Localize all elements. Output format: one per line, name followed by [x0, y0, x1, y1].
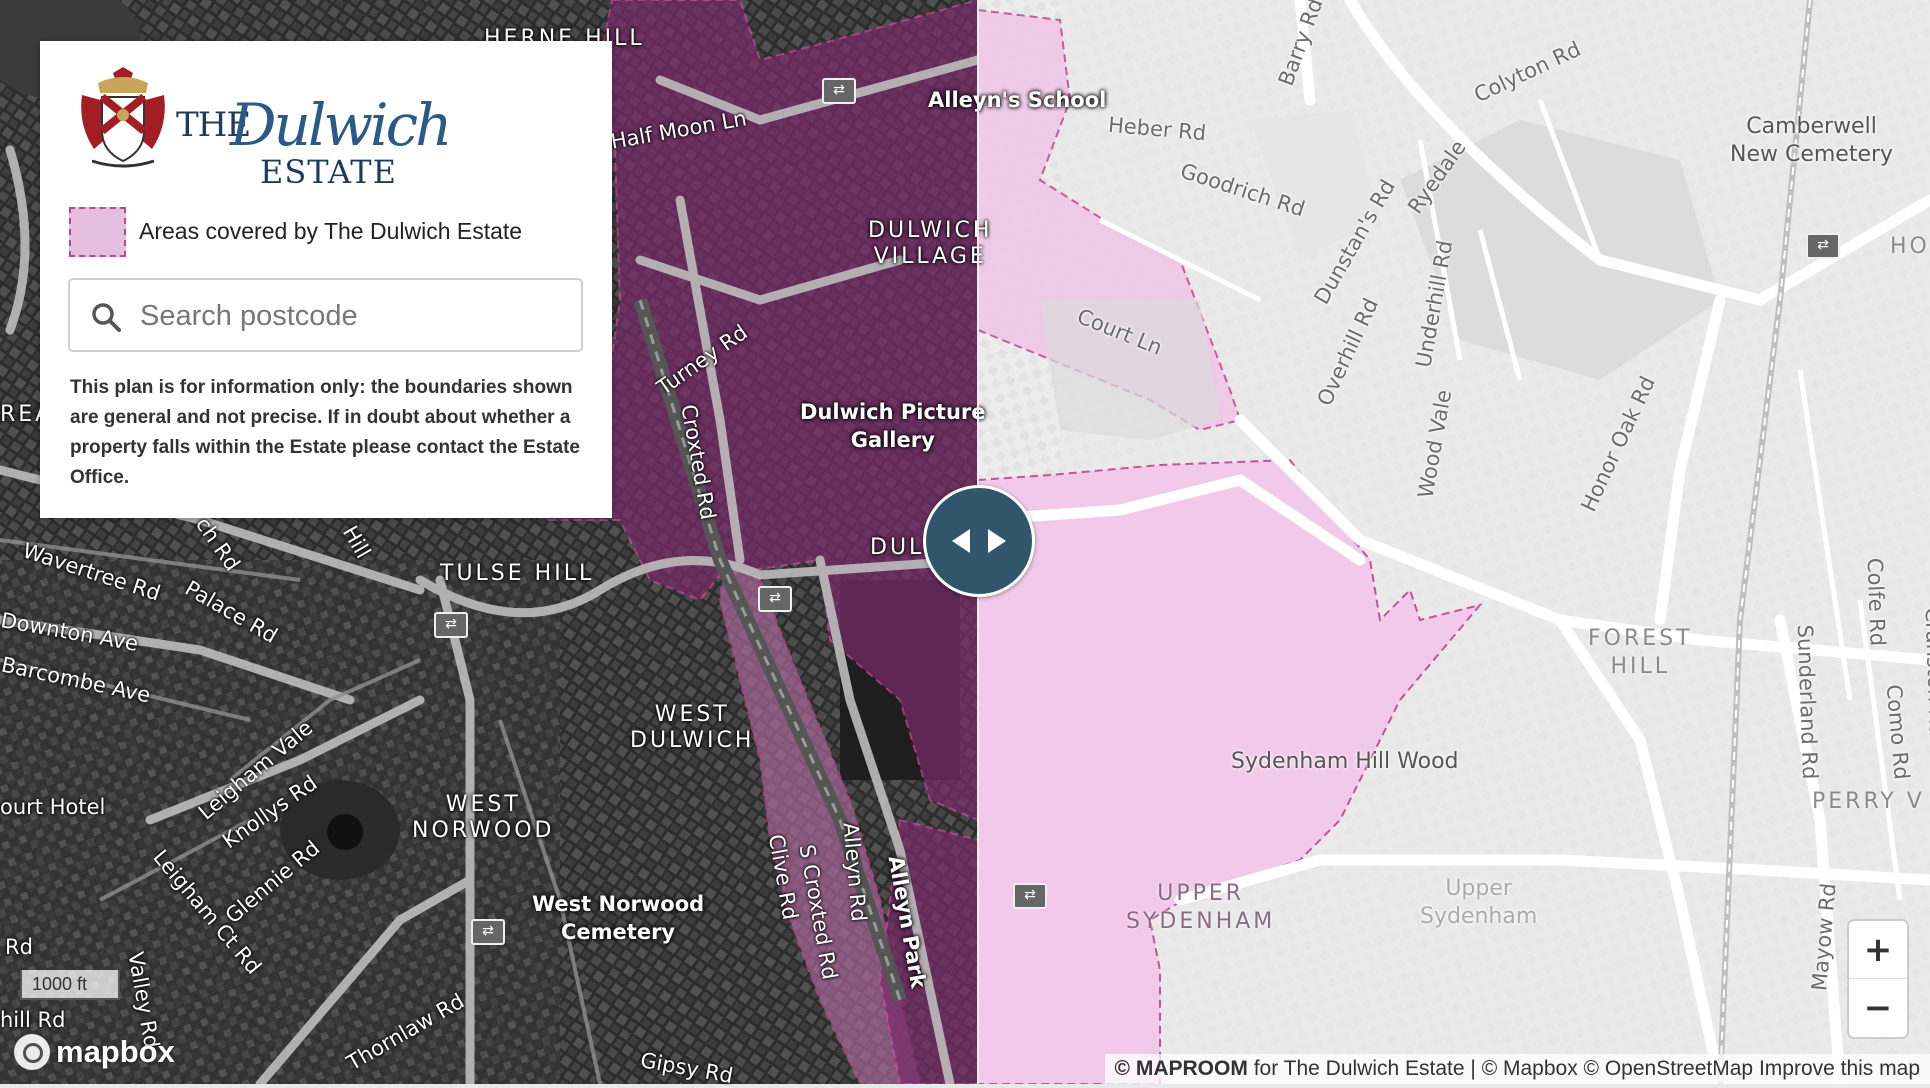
map-label: UPPER SYDENHAM: [1126, 881, 1276, 934]
rail-station-icon: ⇄: [434, 612, 468, 638]
postcode-search-input[interactable]: [138, 294, 562, 338]
map-label: hill Rd: [0, 1008, 66, 1032]
map-label: Rd: [5, 935, 33, 959]
attribution-bar: © MAPROOM for The Dulwich Estate | © Map…: [1104, 1054, 1930, 1084]
search-box[interactable]: [68, 278, 583, 352]
improve-map-link[interactable]: Improve this map: [1759, 1057, 1920, 1080]
info-panel: THE Dulwich ESTATE Areas covered by The …: [40, 41, 612, 518]
map-label: Alleyn's School: [928, 88, 1107, 112]
rail-station-icon: ⇄: [758, 586, 792, 612]
attribution-text: for The Dulwich Estate | © Mapbox © Open…: [1247, 1057, 1759, 1080]
maproom-link[interactable]: © MAPROOM: [1115, 1057, 1248, 1080]
legend-label: Areas covered by The Dulwich Estate: [139, 218, 523, 244]
map-label: TULSE HILL: [440, 561, 595, 586]
rail-station-icon: ⇄: [1806, 233, 1840, 259]
map-label: FOREST HILL: [1588, 626, 1693, 679]
map-label: West Norwood Cemetery: [532, 892, 705, 944]
zoom-control: + −: [1849, 921, 1907, 1037]
map-label: Dulwich Picture Gallery: [800, 400, 986, 452]
mapbox-wordmark: mapbox: [56, 1034, 175, 1069]
mapbox-logo-icon: [14, 1034, 50, 1070]
map-label: Camberwell New Cemetery: [1730, 114, 1894, 167]
mapbox-logo[interactable]: mapbox: [14, 1032, 175, 1072]
compare-slider-handle[interactable]: [923, 485, 1035, 597]
map-label: DUL: [870, 535, 925, 560]
logo-dulwich-text: Dulwich: [230, 91, 452, 159]
legend-swatch: [69, 207, 126, 257]
logo-estate-text: ESTATE: [260, 153, 397, 191]
dulwich-estate-logo: THE Dulwich ESTATE: [68, 65, 452, 191]
map-label: Upper Sydenham: [1420, 876, 1538, 929]
zoom-out-button[interactable]: −: [1849, 979, 1907, 1037]
map-label: Sydenham Hill Wood: [1231, 749, 1459, 774]
zoom-in-button[interactable]: +: [1849, 921, 1907, 979]
coat-of-arms-icon: [81, 67, 165, 168]
map-label: HO: [1890, 234, 1930, 259]
arrow-left-icon: [952, 529, 970, 553]
map-label: PERRY V: [1812, 789, 1925, 814]
disclaimer-text: This plan is for information only: the b…: [70, 377, 580, 488]
arrow-right-icon: [988, 529, 1006, 553]
map-label: ourt Hotel: [0, 795, 106, 819]
rail-station-icon: ⇄: [1013, 883, 1047, 909]
search-icon: [92, 303, 121, 332]
scale-bar: 1000 ft: [20, 970, 120, 1000]
rail-station-icon: ⇄: [822, 78, 856, 104]
rail-station-icon: ⇄: [471, 919, 505, 945]
map-label: WEST NORWOOD: [412, 792, 555, 843]
map-label: WEST DULWICH: [630, 702, 755, 753]
map-label: DULWICH VILLAGE: [868, 218, 993, 269]
map-label: Colfe Rd: [1862, 557, 1890, 647]
